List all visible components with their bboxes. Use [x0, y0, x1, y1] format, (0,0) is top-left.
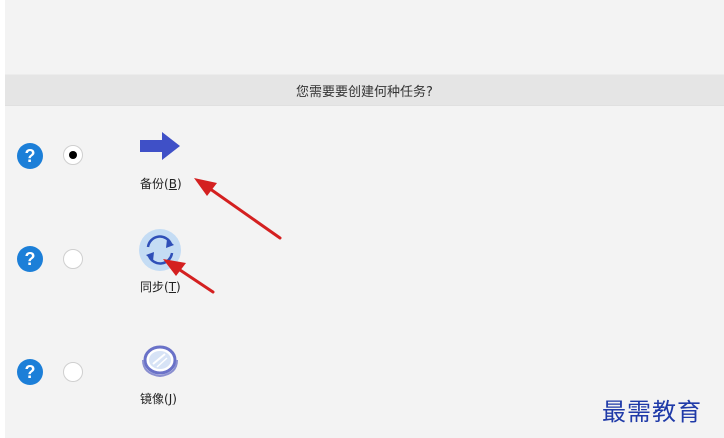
task-type-dialog: 您需要要创建何种任务? ? 备份(B) ? 同步(T) ? 镜像(J) 最需教育: [0, 0, 724, 438]
sync-radio[interactable]: [63, 249, 83, 269]
watermark-text: 最需教育: [602, 398, 702, 426]
sync-label[interactable]: 同步(T): [140, 278, 181, 295]
sync-help-icon[interactable]: ?: [17, 246, 43, 272]
backup-help-icon[interactable]: ?: [17, 143, 43, 169]
mirror-icon[interactable]: [140, 343, 180, 379]
mirror-radio[interactable]: [63, 362, 83, 382]
backup-radio[interactable]: [63, 145, 83, 165]
backup-arrow-icon[interactable]: [138, 130, 182, 162]
question-text: 您需要要创建何种任务?: [296, 84, 433, 100]
mirror-help-icon[interactable]: ?: [17, 359, 43, 385]
sync-icon[interactable]: [138, 228, 182, 272]
dialog-panel: [5, 0, 724, 438]
question-header: 您需要要创建何种任务?: [5, 74, 724, 106]
backup-label[interactable]: 备份(B): [140, 175, 182, 192]
mirror-label[interactable]: 镜像(J): [140, 390, 177, 407]
